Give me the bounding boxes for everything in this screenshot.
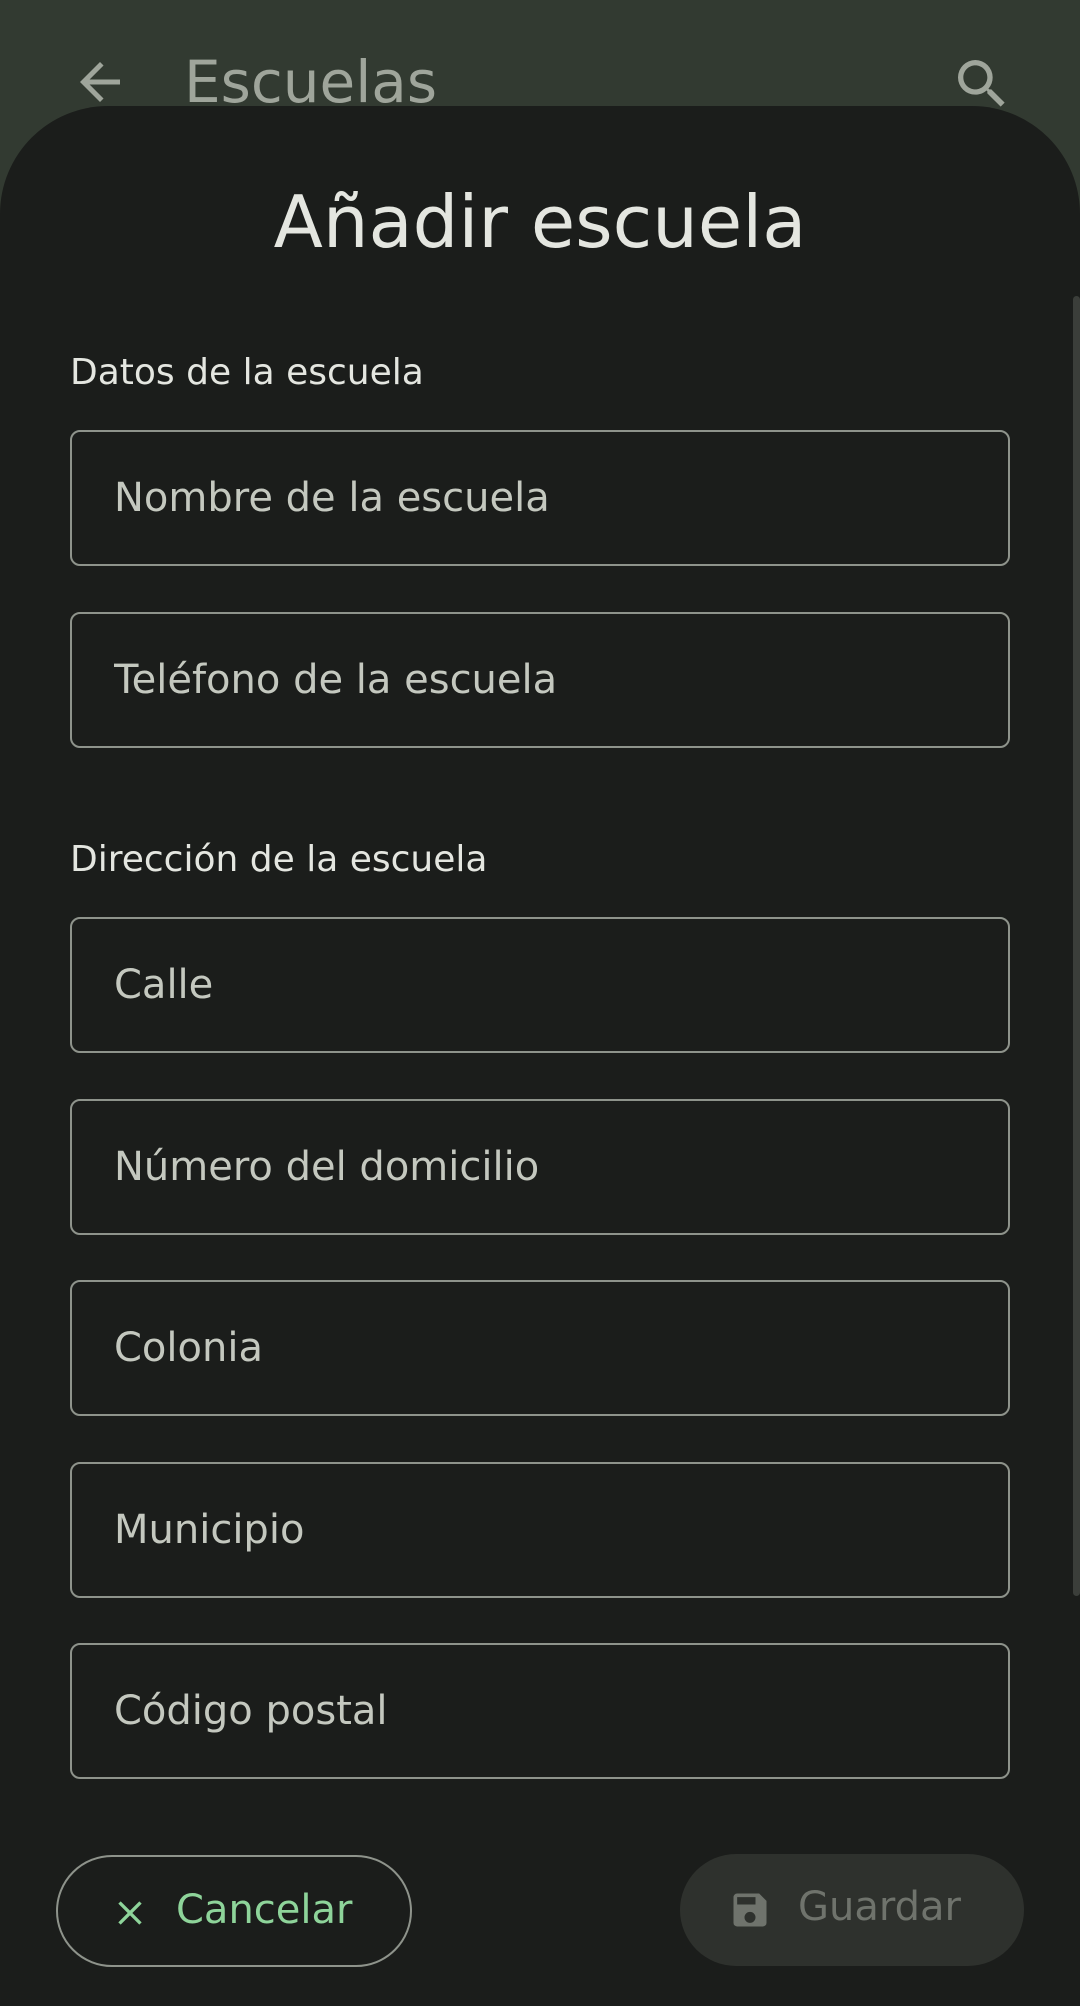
postal-code-field[interactable]	[70, 1643, 1010, 1779]
house-number-field[interactable]	[70, 1099, 1010, 1235]
sheet-title: Añadir escuela	[273, 180, 807, 264]
school-data-section-label: Datos de la escuela	[70, 352, 424, 393]
arrow-back-icon[interactable]	[70, 52, 130, 112]
save-button-label: Guardar	[798, 1884, 961, 1930]
address-section-label: Dirección de la escuela	[70, 839, 488, 880]
street-field[interactable]	[70, 917, 1010, 1053]
municipality-input[interactable]	[72, 1464, 1008, 1596]
neighborhood-input[interactable]	[72, 1282, 1008, 1414]
school-name-field[interactable]	[70, 430, 1010, 566]
school-phone-input[interactable]	[72, 614, 1008, 746]
school-phone-field[interactable]	[70, 612, 1010, 748]
neighborhood-field[interactable]	[70, 1280, 1010, 1416]
school-name-input[interactable]	[72, 432, 1008, 564]
house-number-input[interactable]	[72, 1101, 1008, 1233]
cancel-button[interactable]: Cancelar	[56, 1855, 412, 1967]
save-icon	[728, 1888, 772, 1932]
postal-code-input[interactable]	[72, 1645, 1008, 1777]
municipality-field[interactable]	[70, 1462, 1010, 1598]
cancel-button-label: Cancelar	[176, 1887, 353, 1933]
scrollbar[interactable]	[1073, 296, 1080, 1596]
save-button[interactable]: Guardar	[680, 1854, 1024, 1966]
street-input[interactable]	[72, 919, 1008, 1051]
add-school-sheet: Añadir escuela Datos de la escuela Direc…	[0, 106, 1080, 2006]
close-icon	[110, 1893, 150, 1933]
